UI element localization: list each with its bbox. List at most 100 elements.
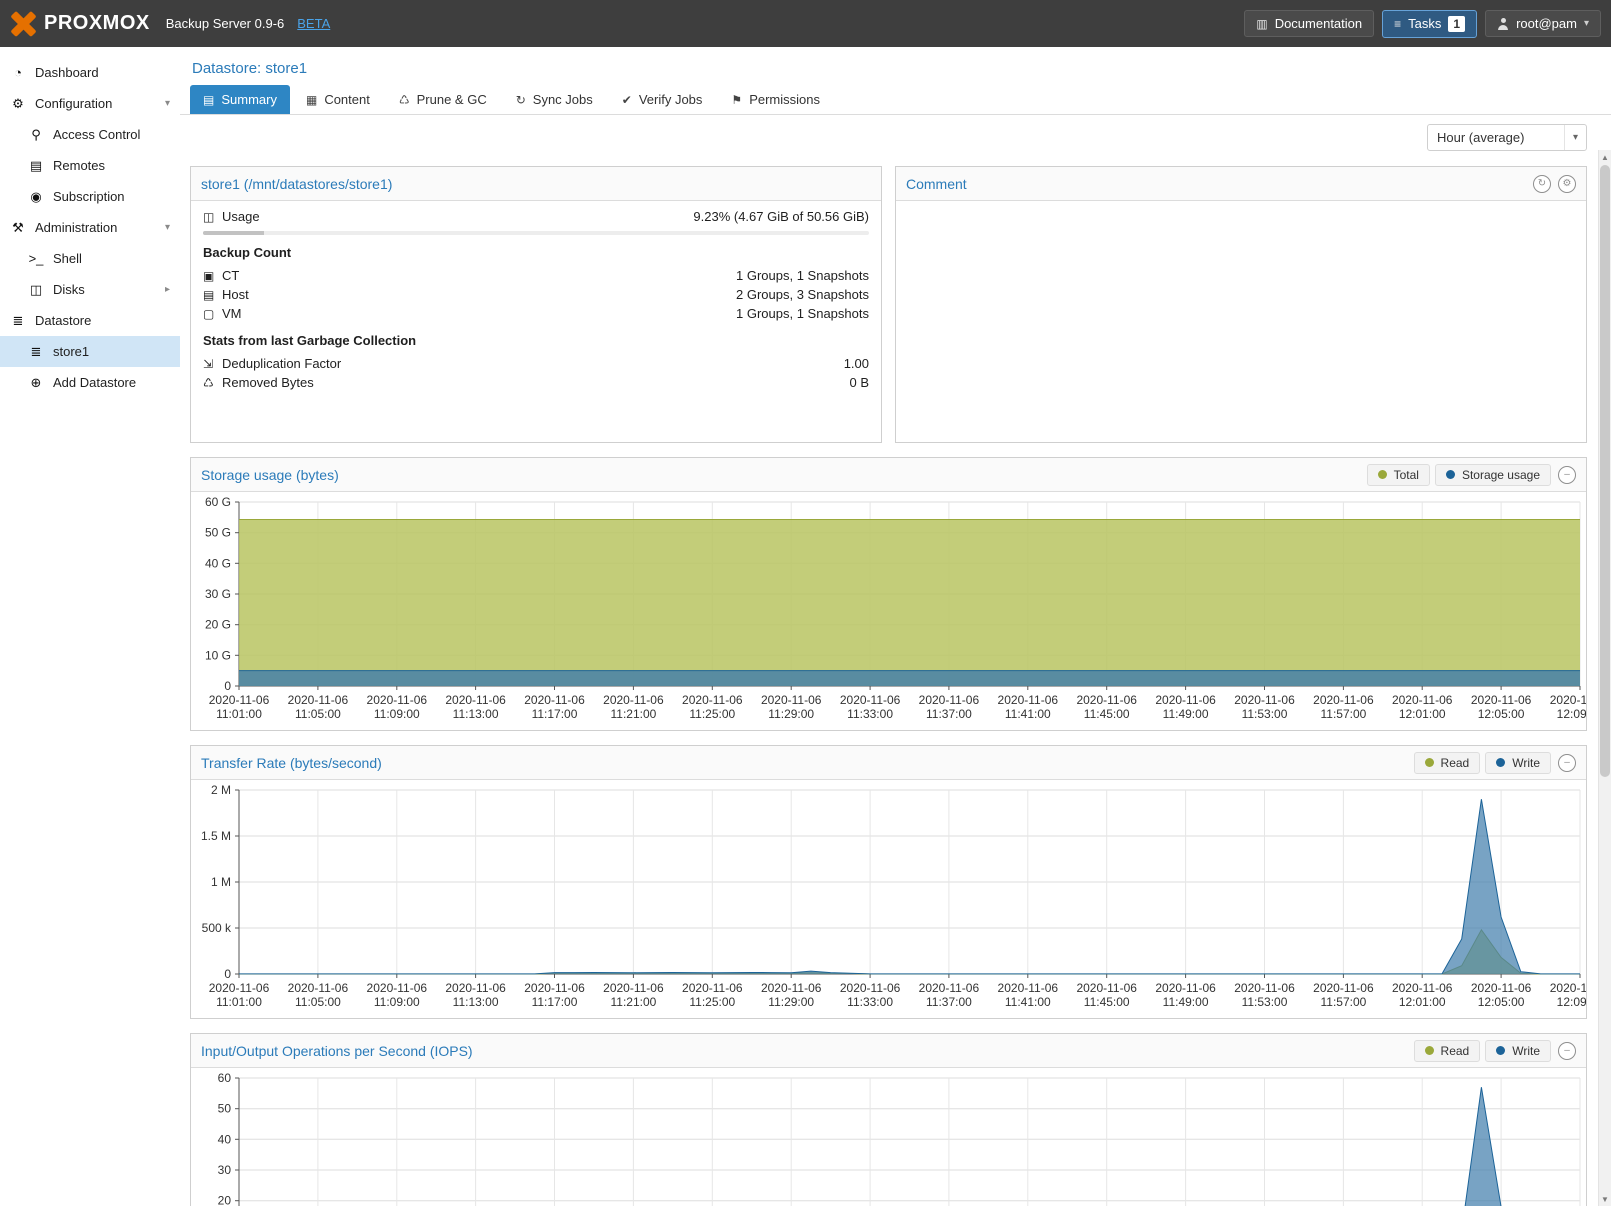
legend-read[interactable]: Read: [1414, 752, 1481, 774]
beta-link[interactable]: BETA: [297, 16, 330, 31]
database-icon: ≣: [10, 313, 26, 329]
page-title: Datastore: store1: [192, 60, 307, 77]
svg-text:2020-11-06: 2020-11-06: [367, 693, 428, 707]
sidebar-label-disks: Disks: [53, 282, 85, 297]
svg-text:2020-11-06: 2020-11-06: [761, 693, 822, 707]
trash-icon: ♺: [203, 376, 222, 390]
usage-label: Usage: [222, 209, 260, 224]
legend-write[interactable]: Write: [1485, 752, 1551, 774]
reload-icon[interactable]: ↻: [1533, 175, 1551, 193]
expand-arrow-icon[interactable]: ▸: [165, 284, 170, 295]
svg-text:2020-11-06: 2020-11-06: [1471, 981, 1532, 995]
svg-text:0: 0: [224, 967, 231, 981]
tab-content[interactable]: ▦ Content: [293, 85, 383, 114]
svg-text:11:49:00: 11:49:00: [1163, 707, 1209, 721]
tab-verify-jobs[interactable]: ✔ Verify Jobs: [609, 85, 716, 114]
tab-prune-gc-label: Prune & GC: [417, 92, 487, 107]
svg-text:2020-11-06: 2020-11-06: [840, 981, 901, 995]
vertical-scrollbar[interactable]: ▲ ▼: [1598, 150, 1611, 1206]
sidebar-item-subscription[interactable]: ◉ Subscription: [0, 181, 180, 212]
documentation-icon: ▥: [1256, 17, 1267, 31]
tab-content-label: Content: [324, 92, 370, 107]
usage-row: ◫ Usage 9.23% (4.67 GiB of 50.56 GiB): [203, 207, 869, 226]
svg-text:2020-11-06: 2020-11-06: [1234, 693, 1295, 707]
timeframe-value: Hour (average): [1428, 130, 1564, 145]
svg-text:2020-11-06: 2020-11-06: [524, 981, 585, 995]
sidebar-label-shell: Shell: [53, 251, 82, 266]
legend-total[interactable]: Total: [1367, 464, 1430, 486]
collapse-icon[interactable]: –: [1558, 754, 1576, 772]
comment-panel: Comment ↻ ⚙: [895, 166, 1587, 443]
tasks-button[interactable]: ≡ Tasks 1: [1382, 10, 1477, 38]
svg-text:11:37:00: 11:37:00: [926, 995, 972, 1009]
svg-text:11:05:00: 11:05:00: [295, 707, 341, 721]
legend-storage-usage[interactable]: Storage usage: [1435, 464, 1551, 486]
documentation-button[interactable]: ▥ Documentation: [1244, 10, 1374, 37]
svg-text:11:17:00: 11:17:00: [532, 995, 578, 1009]
svg-text:2020-11-06: 2020-11-06: [761, 981, 822, 995]
svg-text:2020-11-06: 2020-11-06: [445, 981, 506, 995]
refresh-icon: ↻: [516, 93, 526, 107]
scrollbar-thumb[interactable]: [1600, 165, 1610, 777]
svg-text:2020-11-06: 2020-11-06: [603, 693, 664, 707]
sidebar-item-access-control[interactable]: ⚲ Access Control: [0, 119, 180, 150]
svg-text:2020-11-06: 2020-11-06: [1550, 981, 1586, 995]
combo-trigger[interactable]: ▾: [1564, 125, 1586, 150]
comment-text[interactable]: [896, 201, 1586, 442]
sidebar-item-store1[interactable]: ≣ store1: [0, 336, 180, 367]
svg-text:2020-11-06: 2020-11-06: [1313, 981, 1374, 995]
scroll-up-icon[interactable]: ▲: [1599, 150, 1611, 164]
user-menu-button[interactable]: root@pam ▾: [1485, 10, 1601, 37]
svg-text:2020-11-06: 2020-11-06: [209, 981, 270, 995]
main-content: Datastore: store1 ▤ Summary ▦ Content ♺ …: [180, 47, 1611, 1206]
sidebar-item-add-datastore[interactable]: ⊕ Add Datastore: [0, 367, 180, 398]
legend-write[interactable]: Write: [1485, 1040, 1551, 1062]
storage-usage-chart: 010 G20 G30 G40 G50 G60 G2020-11-0611:01…: [191, 492, 1586, 730]
svg-text:11:13:00: 11:13:00: [453, 707, 499, 721]
collapse-arrow-icon[interactable]: ▾: [165, 98, 170, 109]
tab-sync-jobs[interactable]: ↻ Sync Jobs: [503, 85, 606, 114]
product-name: Backup Server 0.9-6: [166, 16, 285, 31]
svg-text:11:33:00: 11:33:00: [847, 707, 893, 721]
svg-text:2020-11-06: 2020-11-06: [367, 981, 428, 995]
svg-text:12:01:00: 12:01:00: [1399, 707, 1446, 721]
removed-bytes-label: Removed Bytes: [222, 375, 314, 390]
sidebar-item-datastore[interactable]: ≣ Datastore: [0, 305, 180, 336]
transfer-rate-chart: 0500 k1 M1.5 M2 M2020-11-0611:01:002020-…: [191, 780, 1586, 1018]
sidebar-item-administration[interactable]: ⚒ Administration ▾: [0, 212, 180, 243]
gear-icon[interactable]: ⚙: [1558, 175, 1576, 193]
app-header: PROXMOX Backup Server 0.9-6 BETA ▥ Docum…: [0, 0, 1611, 47]
timeframe-select[interactable]: Hour (average) ▾: [1427, 124, 1587, 151]
gear-icon: ⚙: [10, 96, 26, 112]
sidebar-label-subscription: Subscription: [53, 189, 125, 204]
legend-read[interactable]: Read: [1414, 1040, 1481, 1062]
svg-text:20: 20: [218, 1194, 232, 1206]
svg-text:2020-11-06: 2020-11-06: [1155, 693, 1216, 707]
iops-panel: Input/Output Operations per Second (IOPS…: [190, 1033, 1587, 1206]
collapse-icon[interactable]: –: [1558, 466, 1576, 484]
scroll-down-icon[interactable]: ▼: [1599, 1192, 1611, 1206]
sidebar-item-shell[interactable]: >_ Shell: [0, 243, 180, 274]
svg-text:11:41:00: 11:41:00: [1005, 707, 1051, 721]
sidebar-item-remotes[interactable]: ▤ Remotes: [0, 150, 180, 181]
sidebar-label-dashboard: Dashboard: [35, 65, 99, 80]
tab-summary-label: Summary: [221, 92, 277, 107]
usage-progress-fill: [203, 231, 264, 235]
sidebar-item-dashboard[interactable]: ◔ Dashboard: [0, 57, 180, 88]
sidebar-item-configuration[interactable]: ⚙ Configuration ▾: [0, 88, 180, 119]
collapse-icon[interactable]: –: [1558, 1042, 1576, 1060]
svg-text:2020-11-06: 2020-11-06: [1392, 693, 1453, 707]
legend-write-label: Write: [1512, 756, 1540, 770]
tab-summary[interactable]: ▤ Summary: [190, 85, 290, 114]
tab-prune-gc[interactable]: ♺ Prune & GC: [386, 85, 500, 114]
usage-progress-bar: [203, 231, 869, 235]
tab-permissions[interactable]: ⚑ Permissions: [718, 85, 833, 114]
user-icon: [1497, 18, 1509, 30]
sidebar-item-disks[interactable]: ◫ Disks ▸: [0, 274, 180, 305]
collapse-arrow-icon[interactable]: ▾: [165, 222, 170, 233]
vm-value: 1 Groups, 1 Snapshots: [736, 306, 869, 321]
svg-text:11:09:00: 11:09:00: [374, 707, 420, 721]
backup-count-title: Backup Count: [203, 245, 869, 260]
svg-text:40 G: 40 G: [205, 556, 231, 570]
svg-text:30: 30: [218, 1163, 232, 1177]
